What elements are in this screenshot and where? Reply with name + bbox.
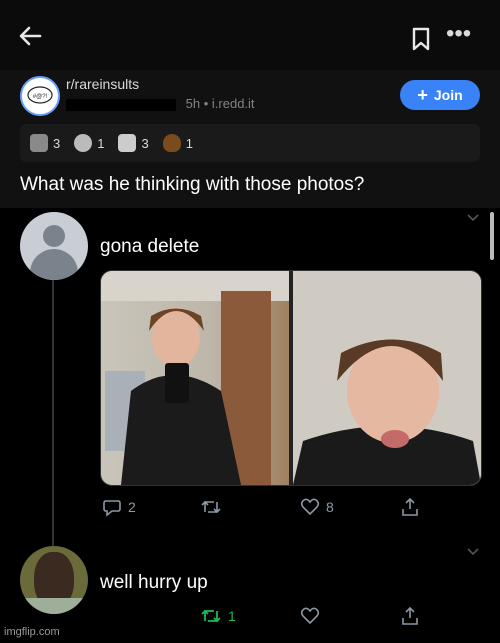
default-avatar-head (43, 225, 65, 247)
svg-text:#@?!: #@?! (33, 94, 48, 100)
join-button[interactable]: + Join (400, 80, 480, 110)
bookmark-icon (412, 27, 430, 51)
award-item: 3 (30, 134, 60, 152)
award-count: 1 (185, 135, 193, 151)
arrow-left-icon (19, 26, 42, 46)
avatar-shirt (20, 598, 88, 614)
default-avatar-body (30, 249, 78, 280)
save-button[interactable] (410, 26, 432, 52)
speech-bubble-icon: #@?! (27, 86, 53, 104)
award-count: 3 (141, 135, 149, 151)
heart-icon (300, 607, 320, 625)
more-options-button[interactable]: ••• (446, 22, 476, 48)
reply-icon (103, 500, 121, 517)
meta-separator: • (203, 96, 209, 111)
retweet-count: 1 (228, 608, 236, 624)
tweet-text: gona delete (100, 236, 200, 257)
like-button[interactable] (300, 606, 326, 626)
silver-award-icon (118, 134, 137, 152)
award-item: 3 (118, 134, 149, 152)
plus-icon: + (417, 85, 428, 105)
tweet-text: well hurry up (100, 572, 208, 593)
share-icon (402, 497, 418, 516)
thread-line (52, 278, 54, 548)
avatar (20, 212, 88, 280)
awards-bar[interactable]: 3 1 3 1 (20, 124, 480, 162)
redacted-username (66, 98, 176, 111)
tweet-photos (100, 270, 482, 486)
like-button[interactable]: 8 (300, 497, 334, 517)
retweet-button[interactable]: 1 (200, 606, 236, 626)
post-title[interactable]: What was he thinking with those photos? (20, 174, 364, 196)
share-icon (402, 606, 418, 625)
like-count: 8 (326, 499, 334, 515)
share-button[interactable] (400, 606, 420, 626)
hands-award-icon (30, 134, 48, 152)
reply-button[interactable]: 2 (102, 497, 136, 517)
share-button[interactable] (400, 497, 420, 517)
award-count: 3 (53, 135, 61, 151)
chevron-down-icon (466, 212, 480, 226)
avatar (20, 546, 88, 614)
chevron-down-icon (466, 546, 480, 560)
post-domain[interactable]: i.redd.it (212, 96, 255, 111)
award-item: 1 (162, 134, 193, 152)
closeup-selfie-photo (293, 271, 481, 485)
retweet-button[interactable] (200, 497, 228, 517)
subreddit-name[interactable]: r/rareinsults (66, 76, 139, 92)
subreddit-avatar[interactable]: #@?! (20, 76, 60, 116)
reply-count: 2 (128, 499, 136, 515)
post-age: 5h (185, 96, 201, 111)
back-button[interactable] (16, 22, 44, 50)
award-count: 1 (97, 135, 105, 151)
mirror-selfie-photo (101, 271, 289, 485)
retweet-icon (201, 609, 221, 623)
heart-icon (300, 498, 320, 516)
watermark: imgflip.com (4, 626, 60, 638)
poop-award-icon (162, 134, 181, 152)
scrollbar-thumb[interactable] (490, 212, 494, 260)
award-item: 1 (74, 134, 104, 152)
join-label: Join (433, 87, 463, 103)
retweet-icon (201, 500, 221, 514)
wholesome-award-icon (74, 134, 93, 152)
post-meta: 5h • i.redd.it (66, 96, 386, 111)
